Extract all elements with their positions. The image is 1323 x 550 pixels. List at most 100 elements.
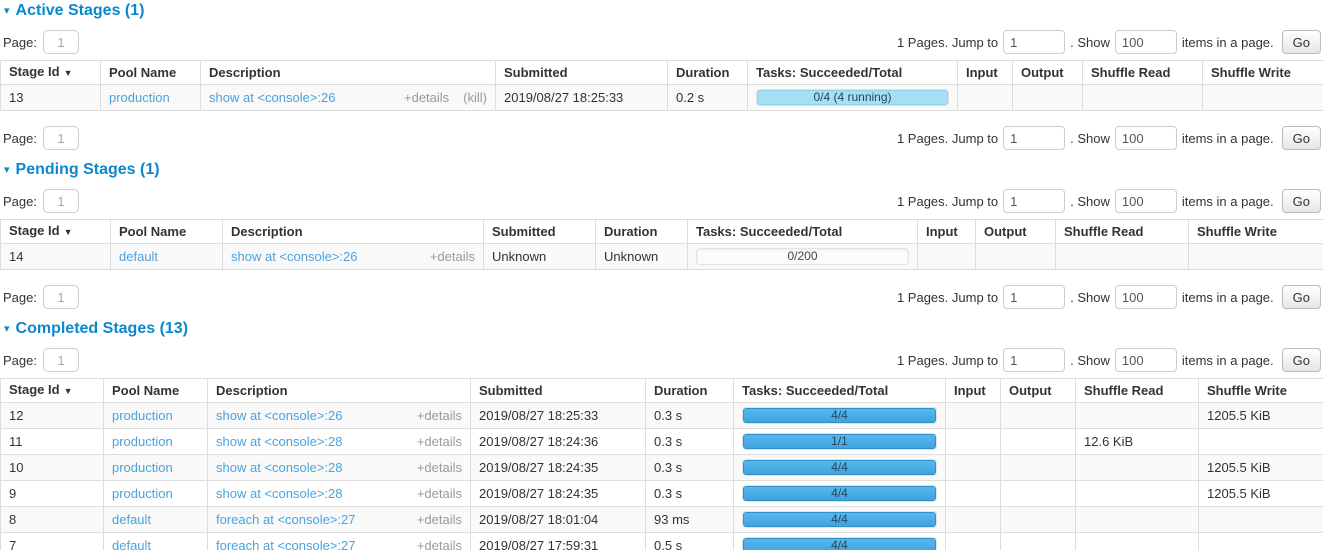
column-header-input[interactable]: Input [946,379,1001,403]
page-number-input[interactable] [43,126,79,150]
cell-input [946,429,1001,455]
page-number-input[interactable] [43,348,79,372]
column-header-shuffle_read[interactable]: Shuffle Read [1056,220,1189,244]
pool-name-link[interactable]: default [112,512,151,527]
column-header-shuffle_write[interactable]: Shuffle Write [1199,379,1323,403]
stage-description-link[interactable]: show at <console>:26 [231,250,357,264]
details-toggle[interactable]: +details [417,539,462,550]
column-header-shuffle_write[interactable]: Shuffle Write [1189,220,1323,244]
column-header-description[interactable]: Description [201,61,496,85]
column-header-description[interactable]: Description [223,220,484,244]
column-header-output[interactable]: Output [976,220,1056,244]
go-button[interactable]: Go [1282,348,1321,372]
cell-stage_id: 7 [1,533,104,550]
cell-input [946,507,1001,533]
page-selector: Page: [3,30,79,54]
jump-to-page-input[interactable] [1003,126,1065,150]
stage-description-link[interactable]: show at <console>:26 [216,409,342,423]
column-header-input[interactable]: Input [958,61,1013,85]
column-header-pool_name[interactable]: Pool Name [101,61,201,85]
stage-description-link[interactable]: show at <console>:28 [216,461,342,475]
cell-output [1001,429,1076,455]
pool-name-link[interactable]: production [112,434,173,449]
column-header-description[interactable]: Description [208,379,471,403]
go-button[interactable]: Go [1282,285,1321,309]
column-header-pool_name[interactable]: Pool Name [104,379,208,403]
section-title[interactable]: ▾ Active Stages (1) [4,2,1323,20]
details-toggle[interactable]: +details [430,250,475,264]
show-label: . Show [1070,194,1110,209]
page-number-input[interactable] [43,285,79,309]
section-title[interactable]: ▾ Pending Stages (1) [4,161,1323,179]
cell-tasks: 4/4 [734,533,946,550]
tasks-progress-bar: 4/4 [742,459,937,476]
column-header-shuffle_read[interactable]: Shuffle Read [1076,379,1199,403]
pages-count-text: 1 Pages. Jump to [897,194,998,209]
cell-shuffle_read [1056,244,1189,270]
show-items-input[interactable] [1115,189,1177,213]
kill-link[interactable]: (kill) [463,91,487,105]
cell-description: show at <console>:26 +details [223,244,484,270]
column-header-shuffle_read[interactable]: Shuffle Read [1083,61,1203,85]
column-header-duration[interactable]: Duration [646,379,734,403]
cell-submitted: 2019/08/27 18:25:33 [496,85,668,111]
details-toggle[interactable]: +details [417,487,462,501]
column-header-tasks[interactable]: Tasks: Succeeded/Total [734,379,946,403]
column-header-tasks[interactable]: Tasks: Succeeded/Total [688,220,918,244]
show-items-input[interactable] [1115,285,1177,309]
column-header-stage_id[interactable]: Stage Id▼ [1,379,104,403]
column-header-submitted[interactable]: Submitted [484,220,596,244]
pool-name-link[interactable]: production [112,460,173,475]
cell-description: show at <console>:26 +details [208,403,471,429]
stage-description-link[interactable]: show at <console>:28 [216,435,342,449]
pool-name-link[interactable]: default [119,249,158,264]
stage-description-link[interactable]: foreach at <console>:27 [216,513,356,527]
go-button[interactable]: Go [1282,189,1321,213]
jump-to-page-input[interactable] [1003,285,1065,309]
pool-name-link[interactable]: production [112,408,173,423]
show-items-input[interactable] [1115,30,1177,54]
cell-shuffle_write [1199,533,1323,550]
column-header-input[interactable]: Input [918,220,976,244]
pool-name-link[interactable]: production [109,90,170,105]
column-header-stage_id[interactable]: Stage Id▼ [1,61,101,85]
column-header-duration[interactable]: Duration [596,220,688,244]
jump-to-page-input[interactable] [1003,189,1065,213]
jump-to-page-input[interactable] [1003,348,1065,372]
details-toggle[interactable]: +details [417,435,462,449]
pool-name-link[interactable]: production [112,486,173,501]
cell-pool_name: production [104,455,208,481]
column-header-stage_id[interactable]: Stage Id▼ [1,220,111,244]
column-header-output[interactable]: Output [1001,379,1076,403]
column-header-duration[interactable]: Duration [668,61,748,85]
page-number-input[interactable] [43,30,79,54]
go-button[interactable]: Go [1282,126,1321,150]
details-toggle[interactable]: +details [417,461,462,475]
show-items-input[interactable] [1115,348,1177,372]
cell-duration: 93 ms [646,507,734,533]
cell-tasks: 1/1 [734,429,946,455]
show-items-input[interactable] [1115,126,1177,150]
column-header-tasks[interactable]: Tasks: Succeeded/Total [748,61,958,85]
column-header-pool_name[interactable]: Pool Name [111,220,223,244]
stage-description-link[interactable]: show at <console>:26 [209,91,335,105]
cell-shuffle_read [1076,533,1199,550]
pool-name-link[interactable]: default [112,538,151,550]
details-toggle[interactable]: +details [404,91,449,105]
cell-submitted: 2019/08/27 17:59:31 [471,533,646,550]
go-button[interactable]: Go [1282,30,1321,54]
page-number-input[interactable] [43,189,79,213]
column-header-submitted[interactable]: Submitted [496,61,668,85]
section-title[interactable]: ▾ Completed Stages (13) [4,320,1323,338]
stage-description-link[interactable]: foreach at <console>:27 [216,539,356,550]
details-toggle[interactable]: +details [417,513,462,527]
stage-description-link[interactable]: show at <console>:28 [216,487,342,501]
cell-pool_name: default [104,507,208,533]
column-header-output[interactable]: Output [1013,61,1083,85]
column-header-submitted[interactable]: Submitted [471,379,646,403]
details-toggle[interactable]: +details [417,409,462,423]
page-jump-controls: 1 Pages. Jump to . Show items in a page.… [897,285,1321,309]
cell-tasks: 4/4 [734,403,946,429]
column-header-shuffle_write[interactable]: Shuffle Write [1203,61,1323,85]
jump-to-page-input[interactable] [1003,30,1065,54]
